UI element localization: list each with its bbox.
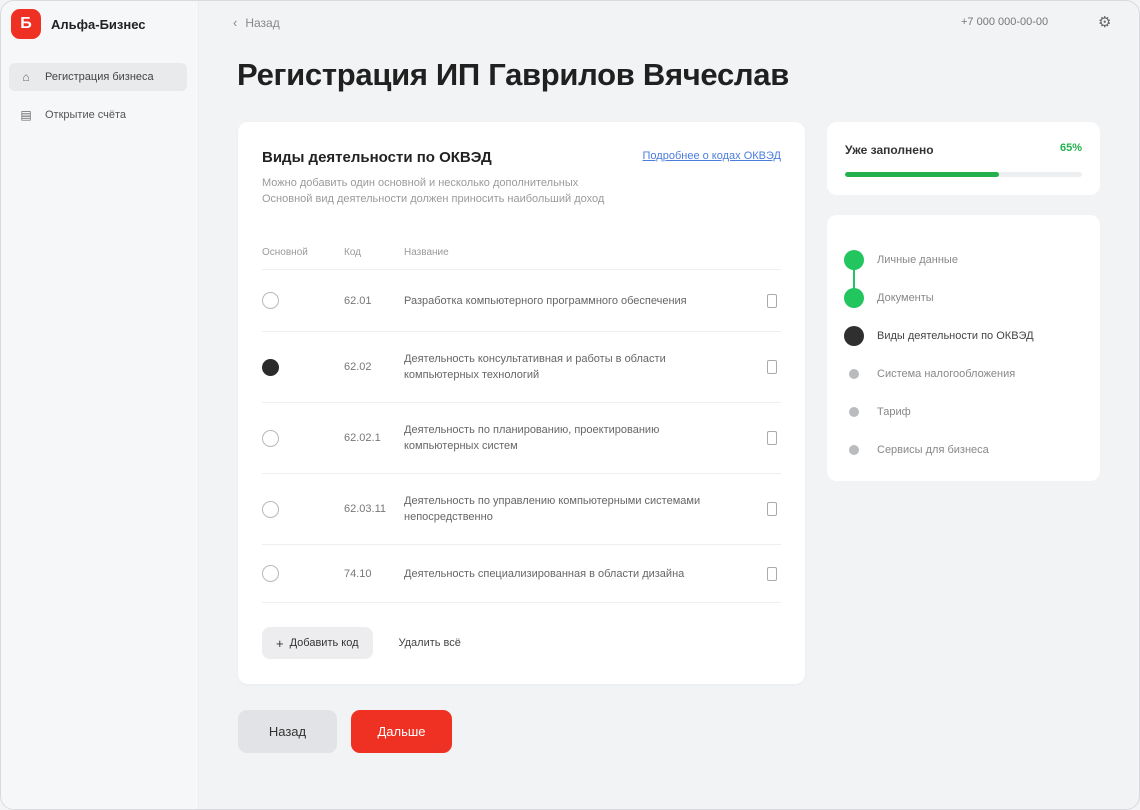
plus-icon: + xyxy=(276,635,284,651)
back-link-label: Назад xyxy=(245,15,280,30)
step-label: Тариф xyxy=(877,406,911,418)
sidebar-item-label: Открытие счёта xyxy=(45,109,127,121)
document-icon: ▤ xyxy=(20,108,32,122)
table-row: 62.02.1 Деятельность по планированию, пр… xyxy=(262,403,781,474)
back-link[interactable]: ‹ Назад xyxy=(233,15,280,30)
main-activity-radio[interactable] xyxy=(262,429,279,447)
add-code-button[interactable]: + Добавить код xyxy=(262,627,373,659)
step-okved[interactable]: Виды деятельности по ОКВЭД xyxy=(843,317,1034,355)
trash-icon[interactable] xyxy=(767,360,777,374)
main-activity-radio[interactable] xyxy=(262,358,279,376)
okved-name: Деятельность специализированная в област… xyxy=(404,567,685,580)
sidebar-item-label: Регистрация бизнеса xyxy=(45,71,154,83)
okved-info-link[interactable]: Подробнее о кодах ОКВЭД xyxy=(643,150,781,162)
okved-name: Деятельность по планированию, проектиров… xyxy=(404,424,660,452)
okved-code: 62.02.1 xyxy=(344,432,381,444)
steps-card: Личные данные Документы Виды деятельност… xyxy=(827,215,1100,481)
sidebar: Б Альфа-Бизнес ⌂ Регистрация бизнеса ▤ О… xyxy=(1,1,199,809)
sidebar-item-account-opening[interactable]: ▤ Открытие счёта xyxy=(9,101,187,129)
app-window: Б Альфа-Бизнес ⌂ Регистрация бизнеса ▤ О… xyxy=(0,0,1140,810)
step-todo-icon xyxy=(849,407,859,417)
step-personal-data[interactable]: Личные данные xyxy=(843,241,1034,279)
table-row: 62.02 Деятельность консультативная и раб… xyxy=(262,332,781,403)
step-label: Система налогообложения xyxy=(877,368,1016,380)
okved-name: Разработка компьютерного программного об… xyxy=(404,294,687,307)
okved-code: 62.03.11 xyxy=(344,503,387,515)
progress-bar-fill xyxy=(845,172,1000,177)
okved-actions: + Добавить код Удалить всё xyxy=(262,627,461,659)
trash-icon[interactable] xyxy=(767,431,777,445)
trash-icon[interactable] xyxy=(767,502,777,516)
step-todo-icon xyxy=(849,369,859,379)
gear-icon[interactable]: ⚙ xyxy=(1098,13,1111,31)
step-done-icon xyxy=(844,250,864,270)
okved-description-line: Основной вид деятельности должен приноси… xyxy=(262,193,605,205)
step-todo-icon xyxy=(849,445,859,455)
column-header-name: Название xyxy=(404,247,449,258)
okved-name: Деятельность консультативная и работы в … xyxy=(404,353,666,381)
table-header: Основной Код Название xyxy=(262,236,781,270)
column-header-code: Код xyxy=(344,247,362,258)
home-icon: ⌂ xyxy=(22,70,30,84)
table-row: 62.03.11 Деятельность по управлению комп… xyxy=(262,474,781,545)
brand-logo: Б xyxy=(11,9,41,39)
main-activity-radio[interactable] xyxy=(262,565,279,582)
okved-code: 62.01 xyxy=(344,294,372,307)
okved-table: Основной Код Название 62.01 Разработка к… xyxy=(262,236,781,603)
okved-title: Виды деятельности по ОКВЭД xyxy=(262,149,492,166)
next-button[interactable]: Дальше xyxy=(351,710,452,753)
step-done-icon xyxy=(844,288,864,308)
trash-icon[interactable] xyxy=(767,293,777,308)
okved-card: Виды деятельности по ОКВЭД Подробнее о к… xyxy=(238,122,805,684)
okved-code: 74.10 xyxy=(344,567,372,580)
step-taxation[interactable]: Система налогообложения xyxy=(843,355,1034,393)
step-label: Личные данные xyxy=(877,254,958,266)
delete-all-button[interactable]: Удалить всё xyxy=(399,637,461,649)
chevron-left-icon: ‹ xyxy=(233,15,238,30)
progress-label: Уже заполнено xyxy=(845,143,934,157)
steps-list: Личные данные Документы Виды деятельност… xyxy=(843,241,1034,469)
step-business-services[interactable]: Сервисы для бизнеса xyxy=(843,431,1034,469)
okved-code: 62.02 xyxy=(344,361,372,373)
table-row: 74.10 Деятельность специализированная в … xyxy=(262,545,781,603)
progress-percent: 65% xyxy=(1059,142,1082,154)
sidebar-nav: ⌂ Регистрация бизнеса ▤ Открытие счёта xyxy=(9,63,187,139)
brand-name: Альфа-Бизнес xyxy=(51,16,146,32)
step-label: Виды деятельности по ОКВЭД xyxy=(877,330,1034,342)
okved-name: Деятельность по управлению компьютерными… xyxy=(404,495,701,523)
page-title: Регистрация ИП Гаврилов Вячеслав xyxy=(237,57,789,92)
phone-number[interactable]: +7 000 000-00-00 xyxy=(961,16,1048,28)
main-activity-radio[interactable] xyxy=(262,292,279,309)
step-label: Документы xyxy=(877,292,934,304)
add-code-label: Добавить код xyxy=(289,637,359,649)
progress-bar xyxy=(845,172,1082,177)
brand[interactable]: Б Альфа-Бизнес xyxy=(11,9,146,39)
okved-description-line: Можно добавить один основной и несколько… xyxy=(262,177,579,189)
trash-icon[interactable] xyxy=(767,566,777,581)
column-header-main: Основной xyxy=(262,247,308,258)
main-activity-radio[interactable] xyxy=(262,500,279,518)
step-label: Сервисы для бизнеса xyxy=(877,444,989,456)
back-button[interactable]: Назад xyxy=(238,710,337,753)
okved-description: Можно добавить один основной и несколько… xyxy=(262,175,662,207)
progress-card: Уже заполнено 65% xyxy=(827,122,1100,195)
sidebar-item-business-registration[interactable]: ⌂ Регистрация бизнеса xyxy=(9,63,187,91)
table-row: 62.01 Разработка компьютерного программн… xyxy=(262,270,781,332)
step-tariff[interactable]: Тариф xyxy=(843,393,1034,431)
step-current-icon xyxy=(844,326,864,346)
step-documents[interactable]: Документы xyxy=(843,279,1034,317)
